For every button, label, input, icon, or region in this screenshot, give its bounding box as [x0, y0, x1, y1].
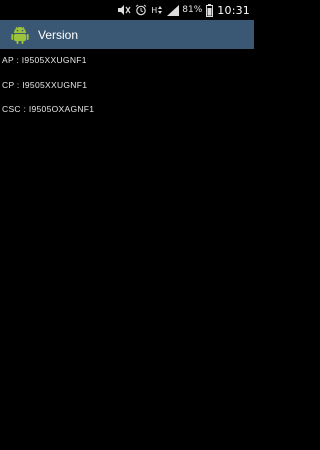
status-bar: H 81% 10:31 [0, 0, 254, 20]
mute-icon [117, 3, 131, 17]
action-bar: Version [0, 20, 254, 49]
android-icon[interactable] [10, 25, 30, 45]
alarm-icon [135, 3, 147, 17]
ap-version-line: AP : I9505XXUGNF1 [2, 55, 87, 65]
clock: 10:31 [217, 3, 250, 17]
battery-percent: 81% [182, 5, 203, 15]
signal-bars-icon [167, 3, 180, 17]
version-content: AP : I9505XXUGNF1 CP : I9505XXUGNF1 CSC … [0, 49, 254, 450]
csc-version-line: CSC : I9505OXAGNF1 [2, 104, 95, 114]
cp-version-line: CP : I9505XXUGNF1 [2, 80, 88, 90]
page-title: Version [38, 27, 79, 42]
battery-icon [206, 3, 214, 17]
signal-h-icon: H [151, 3, 163, 17]
